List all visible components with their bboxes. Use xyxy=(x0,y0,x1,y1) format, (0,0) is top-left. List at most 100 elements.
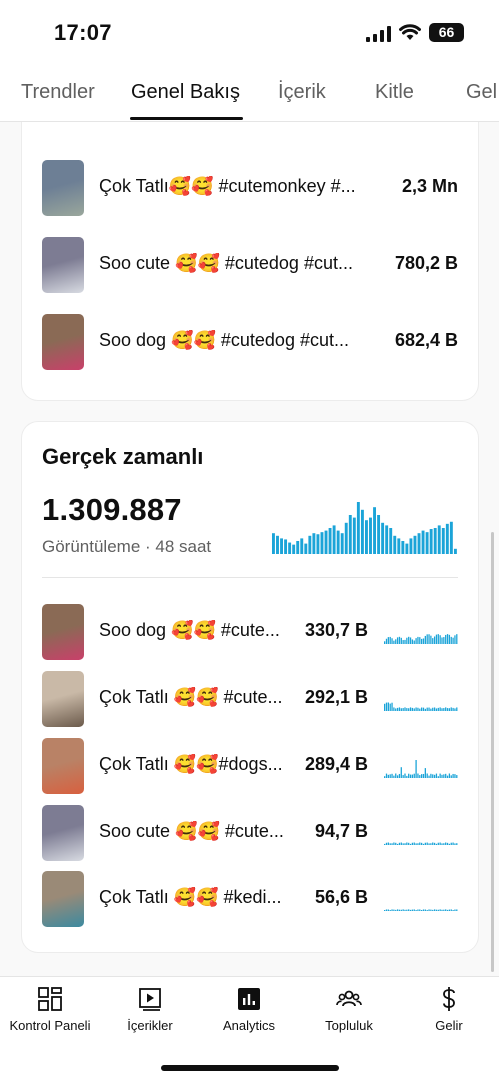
realtime-sparkline xyxy=(384,760,458,778)
sparkline-bar xyxy=(408,909,410,911)
sparkline-bar xyxy=(443,774,445,778)
content-views: 289,4 B xyxy=(304,754,368,774)
sparkline-bar xyxy=(435,843,438,845)
sparkline-bar xyxy=(417,636,419,644)
sparkline-bar xyxy=(437,707,439,711)
sparkline-bar xyxy=(448,909,451,911)
sparkline-bar xyxy=(437,634,439,644)
realtime-list-item[interactable]: Soo cute 🥰🥰 #cute... 94,7 B xyxy=(42,805,458,861)
nav-content[interactable]: İçerikler xyxy=(100,985,200,1033)
video-library-icon xyxy=(139,988,161,1011)
nav-label: Kontrol Paneli xyxy=(9,1018,91,1033)
realtime-sparkline xyxy=(384,909,458,911)
sparkline-bar xyxy=(439,909,441,911)
sparkline-bar xyxy=(406,842,408,845)
list-item[interactable]: Çok Tatlı🥰🥰 #cutemonkey #... 2,3 Mn xyxy=(42,160,458,216)
sparkline-bar xyxy=(452,637,454,644)
sparkline-bar xyxy=(393,842,395,845)
tab-content[interactable]: İçerik xyxy=(278,81,326,104)
sparkline-bar xyxy=(422,707,425,711)
sparkline-bar xyxy=(441,708,443,711)
chart-bar xyxy=(336,530,340,554)
sparkline-bar xyxy=(426,634,428,644)
sparkline-bar xyxy=(411,639,414,644)
realtime-card[interactable]: Gerçek zamanlı 1.309.887 Görüntüleme · 4… xyxy=(22,422,478,952)
sparkline-bar xyxy=(398,707,401,711)
chart-bar xyxy=(356,502,360,554)
chart-bar xyxy=(429,529,433,554)
chart-bar xyxy=(385,525,389,554)
sparkline-bar xyxy=(432,842,434,845)
sparkline-bar xyxy=(391,702,393,711)
realtime-sparkline xyxy=(384,702,458,711)
chart-bar xyxy=(308,535,312,554)
sparkline-bar xyxy=(433,707,436,711)
scrollbar[interactable] xyxy=(491,532,494,972)
sparkline-bar xyxy=(452,707,454,711)
content-thumbnail xyxy=(42,237,84,293)
sparkline-bar xyxy=(408,773,410,778)
list-item[interactable]: Soo cute 🥰🥰 #cutedog #cut... 780,2 B xyxy=(42,237,458,293)
sparkline-bar xyxy=(413,842,415,845)
sparkline-bar xyxy=(432,638,434,644)
content-thumbnail xyxy=(42,671,84,727)
sparkline-bar xyxy=(445,773,447,778)
sparkline-bar xyxy=(411,842,414,845)
chart-bar xyxy=(328,528,332,554)
sparkline-bar xyxy=(396,843,399,845)
nav-community[interactable]: Topluluk xyxy=(299,985,399,1033)
sparkline-bar xyxy=(432,707,434,711)
tab-revenue[interactable]: Gel xyxy=(466,81,497,104)
top-content-card: Çok Tatlı🥰🥰 #cutemonkey #... 2,3 Mn Soo … xyxy=(22,122,478,400)
sparkline-bar xyxy=(421,638,423,644)
wifi-icon xyxy=(399,24,421,40)
sparkline-bar xyxy=(396,707,399,711)
tab-audience[interactable]: Kitle xyxy=(375,81,414,104)
content-views: 780,2 B xyxy=(394,253,458,273)
nav-revenue[interactable]: Gelir xyxy=(399,985,499,1033)
nav-analytics[interactable]: Analytics xyxy=(199,985,299,1033)
realtime-list-item[interactable]: Çok Tatlı 🥰🥰 #cute... 292,1 B xyxy=(42,671,458,727)
chart-bar xyxy=(292,544,296,554)
sparkline-bar xyxy=(424,768,426,778)
sparkline-bar xyxy=(435,634,438,644)
sparkline-bar xyxy=(402,775,404,778)
chart-bar xyxy=(288,542,292,554)
realtime-list-item[interactable]: Soo dog 🥰🥰 #cute... 330,7 B xyxy=(42,604,458,660)
sparkline-bar xyxy=(452,842,454,845)
home-indicator xyxy=(161,1065,339,1071)
sparkline-bar xyxy=(426,773,428,778)
content-thumbnail xyxy=(42,738,84,794)
content-title: Çok Tatlı 🥰🥰 #kedi... xyxy=(99,887,282,907)
chart-bar xyxy=(377,515,381,554)
nav-dashboard[interactable]: Kontrol Paneli xyxy=(0,985,100,1033)
sparkline-bar xyxy=(430,909,432,911)
content-title: Çok Tatlı🥰🥰 #cutemonkey #... xyxy=(99,176,356,196)
sparkline-bar xyxy=(443,843,445,845)
sparkline-bar xyxy=(426,707,428,711)
sparkline-bar xyxy=(393,640,395,644)
chart-bar xyxy=(316,534,320,554)
chart-bar xyxy=(272,533,275,554)
sparkline-bar xyxy=(413,640,415,644)
list-item[interactable]: Soo dog 🥰🥰 #cutedog #cut... 682,4 B xyxy=(42,314,458,370)
sparkline-bar xyxy=(419,708,421,711)
sparkline-bar xyxy=(393,775,395,778)
tab-overview[interactable]: Genel Bakış xyxy=(131,81,240,104)
sparkline-bar xyxy=(454,635,456,644)
sparkline-bar xyxy=(384,776,386,778)
content-scroll[interactable]: Çok Tatlı🥰🥰 #cutemonkey #... 2,3 Mn Soo … xyxy=(0,122,499,976)
status-bar: 17:07 66 xyxy=(0,0,499,64)
chart-bar xyxy=(413,535,417,554)
sparkline-bar xyxy=(430,773,432,778)
sparkline-bar xyxy=(411,707,414,711)
content-title: Soo dog 🥰🥰 #cutedog #cut... xyxy=(99,330,349,350)
realtime-list-item[interactable]: Çok Tatlı 🥰🥰 #kedi... 56,6 B xyxy=(42,871,458,927)
realtime-list-item[interactable]: Çok Tatlı 🥰🥰#dogs... 289,4 B xyxy=(42,738,458,794)
sparkline-bar xyxy=(456,775,458,778)
sparkline-bar xyxy=(446,775,449,778)
sparkline-bar xyxy=(428,634,430,644)
tab-trends[interactable]: Trendler xyxy=(21,81,95,104)
sparkline-bar xyxy=(432,774,434,778)
sparkline-bar xyxy=(450,775,452,778)
